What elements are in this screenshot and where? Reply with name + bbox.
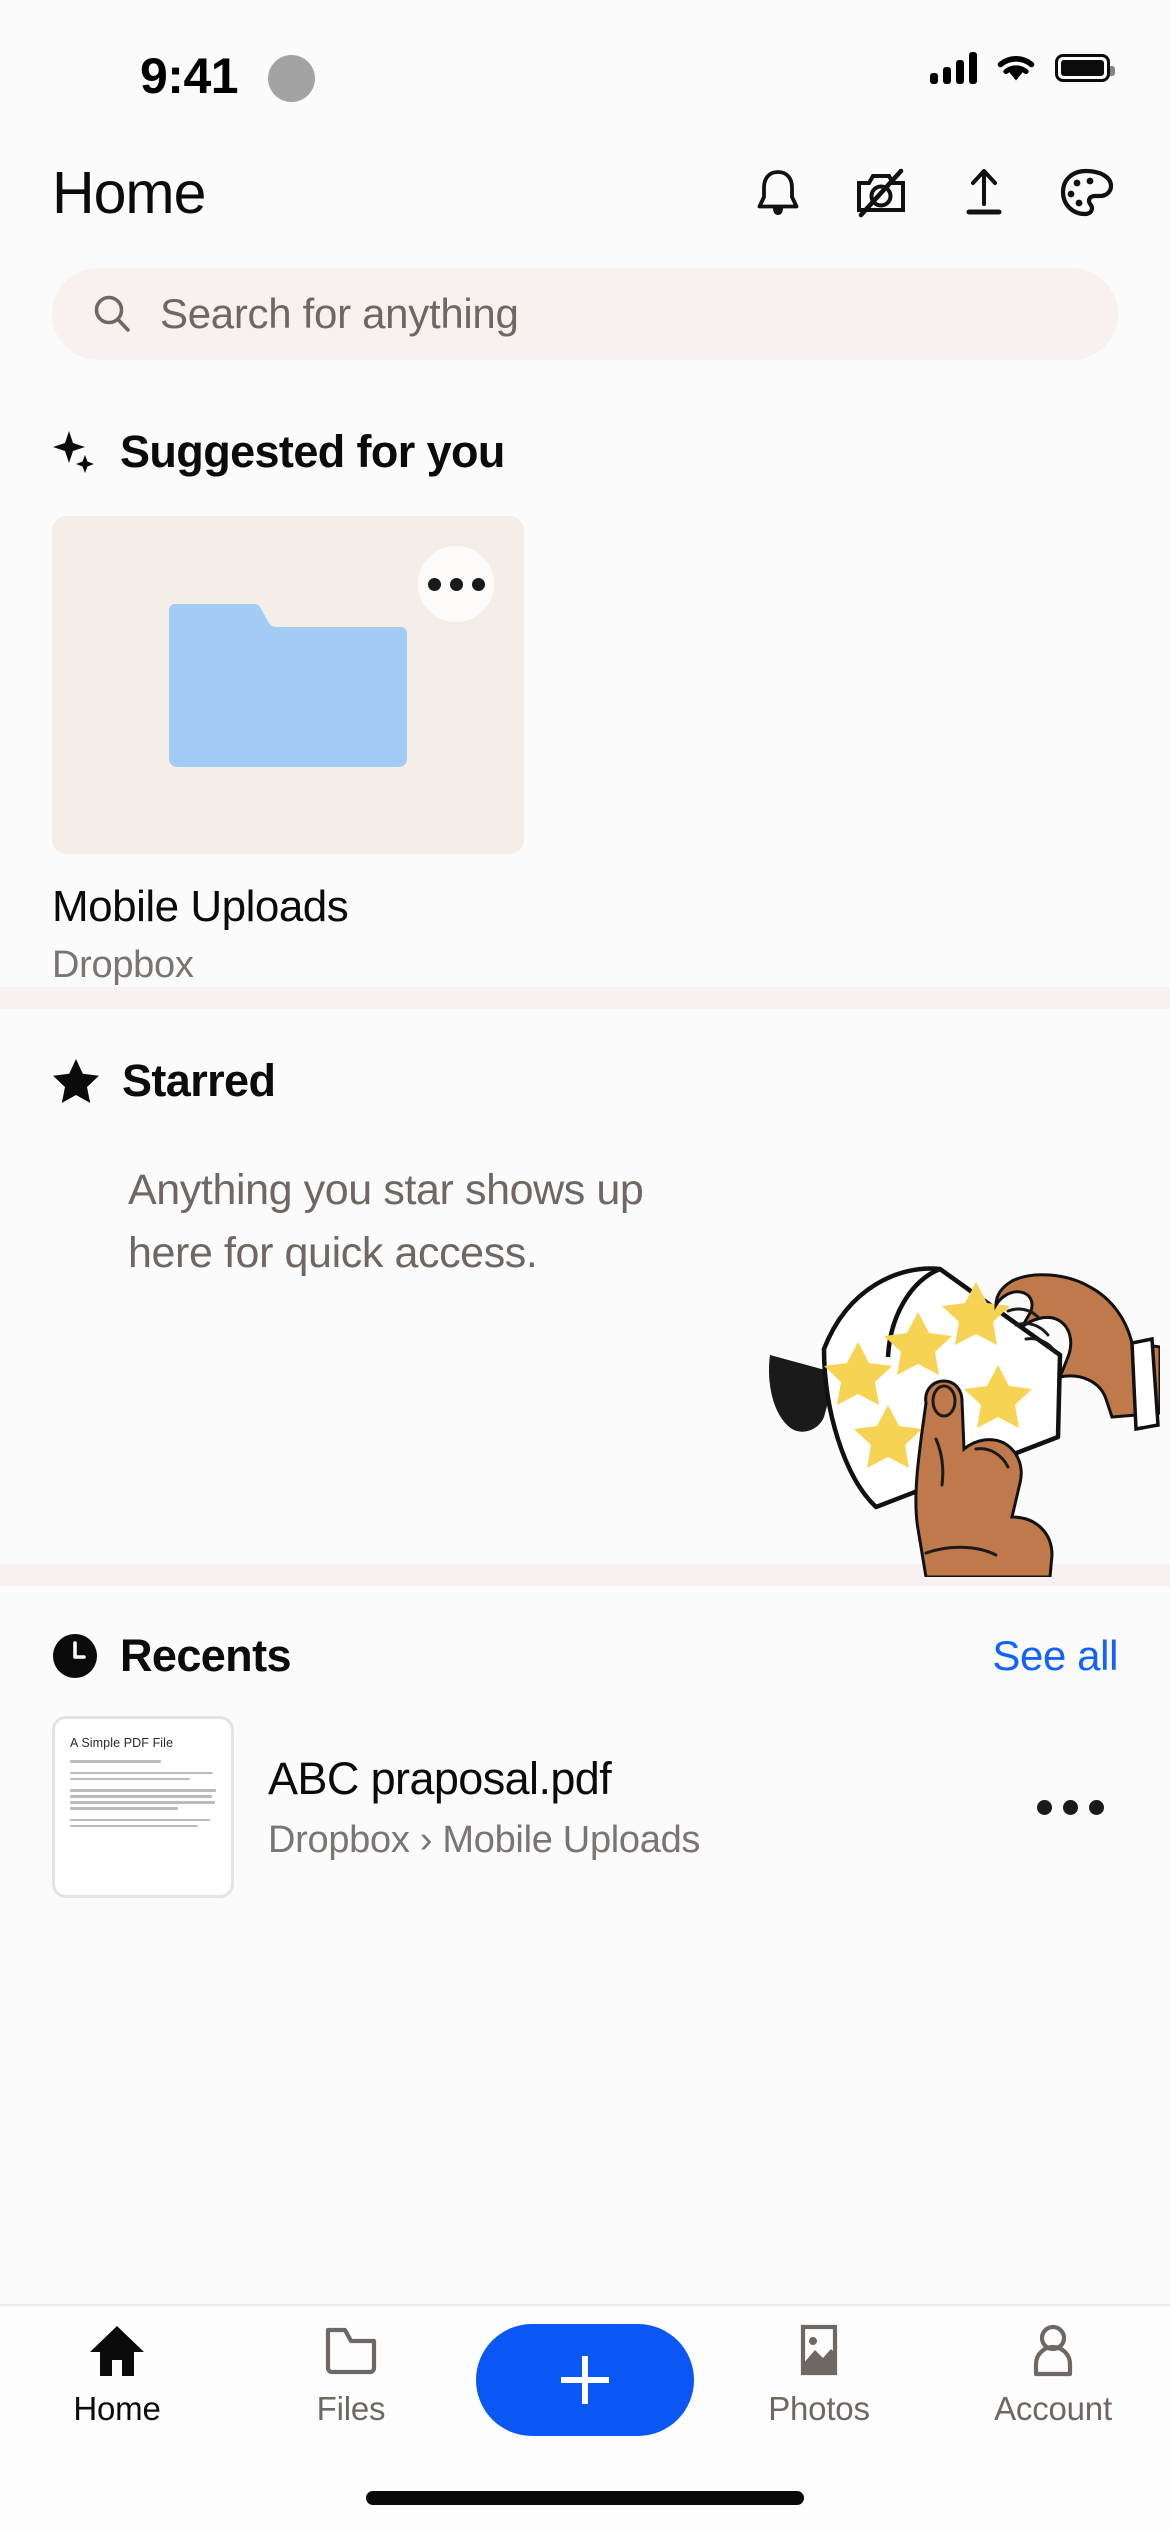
folder-icon [325,2327,377,2375]
camera-indicator-dot-icon [268,55,315,102]
camera-off-icon[interactable] [853,165,909,221]
cellular-signal-icon [930,52,977,84]
tab-files-label: Files [316,2390,386,2427]
folder-icon [169,604,407,767]
pdf-thumbnail-icon: A Simple PDF File [52,1716,234,1898]
starred-title: Starred [122,1055,276,1106]
suggested-title: Suggested for you [120,426,505,477]
recent-file-name: ABC praposal.pdf [268,1752,612,1804]
search-section: Search for anything [0,248,1170,380]
tab-account[interactable]: Account [936,2322,1170,2428]
tab-home-label: Home [73,2390,161,2427]
starred-illustration [768,1266,1160,1577]
header-actions [750,165,1115,221]
starred-section: Starred Anything you star shows up here … [0,1009,1170,1577]
recents-section: Recents See all A Simple PDF File ABC pr… [0,1586,1170,2304]
suggested-header: Suggested for you [0,426,1170,478]
plus-icon [561,2356,609,2404]
recent-file-overflow-button[interactable] [1023,1799,1118,1815]
sparkles-icon [53,431,94,473]
starred-empty-message: Anything you star shows up here for quic… [128,1166,644,1278]
status-bar: 9:41 [0,0,1170,138]
status-bar-time: 9:41 [140,48,239,104]
recents-header: Recents See all [0,1630,1170,1682]
tab-account-label: Account [994,2390,1112,2427]
status-bar-indicators [930,52,1115,84]
search-input[interactable]: Search for anything [160,290,519,338]
suggested-card-location: Dropbox [52,944,194,986]
upload-icon[interactable] [956,165,1012,221]
suggested-card-overflow-button[interactable] [418,546,494,622]
tab-photos[interactable]: Photos [702,2322,936,2428]
person-icon [1033,2324,1073,2377]
bell-icon[interactable] [750,165,806,221]
tab-files[interactable]: Files [234,2322,468,2428]
bottom-tab-bar: Home Files Photos Account [0,2304,1170,2464]
recents-see-all-link[interactable]: See all [992,1632,1118,1680]
star-icon [53,1059,99,1103]
wifi-icon [997,56,1035,81]
suggested-section: Suggested for you Mobile Uploads Dropbox [0,380,1170,987]
recent-file-row[interactable]: A Simple PDF File ABC praposal.pdf Dropb… [0,1682,1170,1898]
app-screen: 9:41 Home Search for anything Suggested … [0,0,1170,2532]
tab-create-wrapper [468,2322,702,2436]
create-button[interactable] [476,2324,694,2436]
recents-title: Recents [120,1630,291,1681]
section-divider [0,987,1170,1009]
tab-home[interactable]: Home [0,2322,234,2428]
search-bar[interactable]: Search for anything [52,268,1118,360]
starred-header: Starred [0,1055,1170,1107]
photo-icon [800,2324,838,2376]
recent-file-path: Dropbox › Mobile Uploads [268,1818,701,1861]
recent-file-meta: ABC praposal.pdf Dropbox › Mobile Upload… [268,1753,989,1862]
page-title: Home [52,160,206,226]
home-icon [90,2326,144,2376]
pdf-thumbnail-title: A Simple PDF File [70,1736,174,1750]
search-icon [94,295,130,332]
clock-icon [53,1634,97,1678]
suggested-card[interactable] [52,516,524,854]
palette-icon[interactable] [1059,165,1115,221]
home-indicator [0,2464,1170,2532]
app-header: Home [0,138,1170,248]
tab-photos-label: Photos [768,2390,870,2427]
battery-icon [1055,54,1115,82]
suggested-card-name: Mobile Uploads [52,882,349,931]
